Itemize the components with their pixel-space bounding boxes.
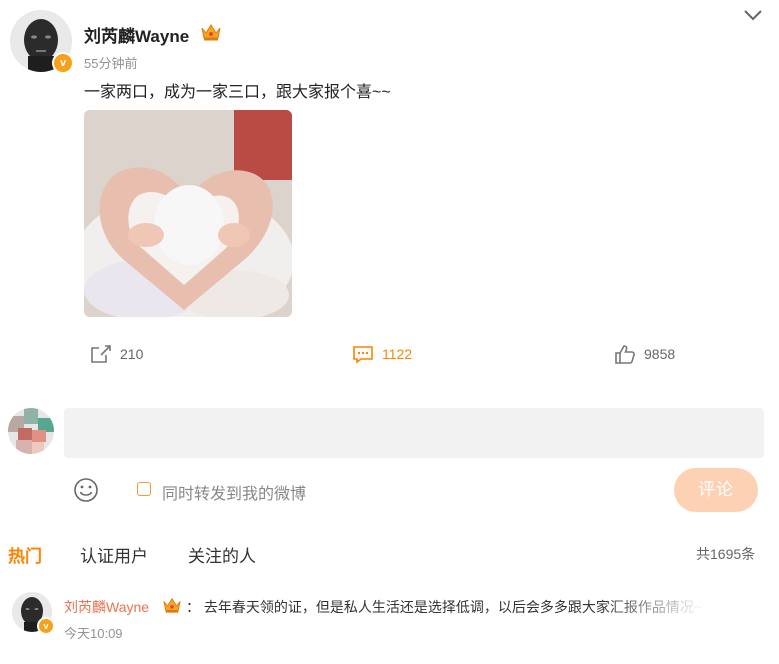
comment-text-fade: [600, 590, 779, 620]
pixelated-avatar-image: [8, 408, 54, 454]
chevron-down-icon[interactable]: [742, 6, 764, 24]
comment-author-avatar[interactable]: v: [12, 592, 55, 635]
like-button[interactable]: 9858: [614, 343, 675, 365]
crown-icon: [201, 24, 221, 41]
total-comment-count: 共1695条: [696, 546, 756, 562]
tab-hot[interactable]: 热门: [8, 542, 42, 567]
like-icon: [615, 345, 635, 364]
post-time[interactable]: 55分钟前: [84, 53, 137, 72]
comment-verified-badge: v: [37, 617, 55, 635]
author-avatar[interactable]: v: [10, 10, 74, 74]
emoji-icon[interactable]: [72, 476, 100, 504]
repost-button[interactable]: 210: [90, 343, 143, 365]
submit-comment-button[interactable]: 评论: [674, 468, 758, 512]
repost-icon: [91, 345, 111, 363]
tab-verified-users[interactable]: 认证用户: [80, 542, 148, 567]
post-photo[interactable]: [84, 110, 292, 317]
sync-repost-label[interactable]: 同时转发到我的微博: [162, 480, 306, 504]
verified-badge: v: [52, 52, 74, 74]
sync-repost-checkbox[interactable]: [137, 482, 151, 496]
comment-input[interactable]: [64, 408, 764, 458]
comment-crown-icon: [163, 597, 181, 613]
hands-heart-image: [84, 110, 292, 317]
post-author-name[interactable]: 刘芮麟Wayne: [84, 22, 189, 47]
current-user-avatar[interactable]: [8, 408, 54, 454]
comment-time: 今天10:09: [64, 626, 123, 641]
comment-author-name[interactable]: 刘芮麟Wayne: [64, 597, 149, 617]
comment-icon: [353, 346, 373, 364]
comment-count: 1122: [382, 346, 413, 362]
like-count: 9858: [644, 346, 676, 362]
comment-button[interactable]: 1122: [352, 343, 412, 365]
tab-following[interactable]: 关注的人: [188, 542, 256, 567]
post-text: 一家两口，成为一家三口，跟大家报个喜~~: [84, 84, 391, 101]
repost-count: 210: [120, 346, 144, 362]
